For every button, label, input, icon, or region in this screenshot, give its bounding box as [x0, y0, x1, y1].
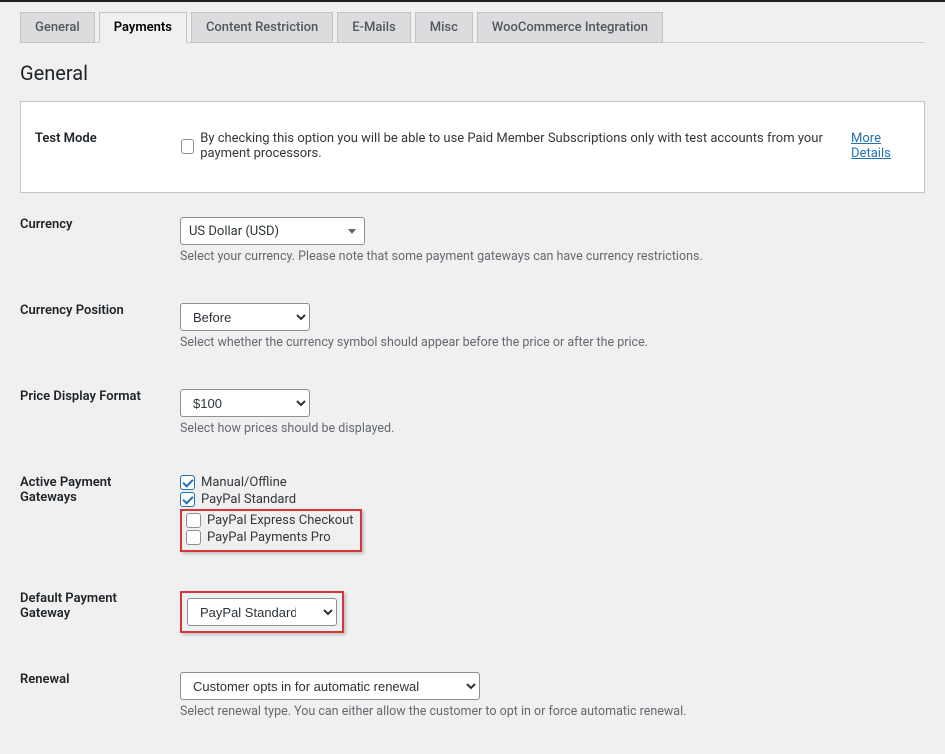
tab-woocommerce[interactable]: WooCommerce Integration: [477, 12, 663, 43]
test-mode-label: Test Mode: [21, 116, 171, 178]
price-display-select[interactable]: $100: [180, 389, 310, 417]
currency-position-label: Currency Position: [20, 279, 170, 365]
currency-value: US Dollar (USD): [189, 224, 279, 239]
tab-general[interactable]: General: [20, 12, 95, 43]
currency-select[interactable]: US Dollar (USD): [180, 217, 365, 245]
gateway-paypal-pro-checkbox[interactable]: [186, 530, 201, 545]
section-title: General: [20, 61, 925, 85]
renewal-select[interactable]: Customer opts in for automatic renewal: [180, 672, 480, 700]
gateway-paypal-standard-checkbox[interactable]: [180, 492, 195, 507]
chevron-down-icon: [348, 229, 356, 234]
price-display-label: Price Display Format: [20, 365, 170, 451]
tab-content-restriction[interactable]: Content Restriction: [191, 12, 333, 43]
tab-payments[interactable]: Payments: [99, 12, 187, 43]
gateways-label: Active Payment Gateways: [20, 451, 170, 567]
paypal-pro-highlight: PayPal Express Checkout PayPal Payments …: [180, 509, 362, 552]
default-gateway-label: Default Payment Gateway: [20, 567, 170, 648]
test-mode-card: Test Mode By checking this option you wi…: [20, 101, 925, 193]
renewal-description: Select renewal type. You can either allo…: [180, 704, 915, 719]
currency-position-select[interactable]: Before: [180, 303, 310, 331]
tab-emails[interactable]: E-Mails: [337, 12, 410, 43]
default-gateway-highlight: PayPal Standard: [180, 591, 344, 633]
gateway-manual-checkbox[interactable]: [180, 475, 195, 490]
gateway-manual-label: Manual/Offline: [201, 475, 287, 490]
currency-position-description: Select whether the currency symbol shoul…: [180, 335, 915, 350]
test-mode-description: By checking this option you will be able…: [200, 131, 845, 161]
renewal-label: Renewal: [20, 648, 170, 734]
gateway-paypal-express-checkbox[interactable]: [186, 513, 201, 528]
test-mode-checkbox[interactable]: [181, 139, 194, 154]
gateway-paypal-express-label: PayPal Express Checkout: [207, 513, 354, 528]
test-mode-more-details-link[interactable]: More Details: [851, 131, 914, 161]
gateway-paypal-standard-label: PayPal Standard: [201, 492, 296, 507]
settings-tabs: General Payments Content Restriction E-M…: [20, 12, 925, 43]
tab-misc[interactable]: Misc: [415, 12, 473, 43]
price-display-description: Select how prices should be displayed.: [180, 421, 915, 436]
currency-description: Select your currency. Please note that s…: [180, 249, 915, 264]
currency-label: Currency: [20, 193, 170, 279]
gateway-paypal-pro-label: PayPal Payments Pro: [207, 530, 331, 545]
default-gateway-select[interactable]: PayPal Standard: [187, 598, 337, 626]
